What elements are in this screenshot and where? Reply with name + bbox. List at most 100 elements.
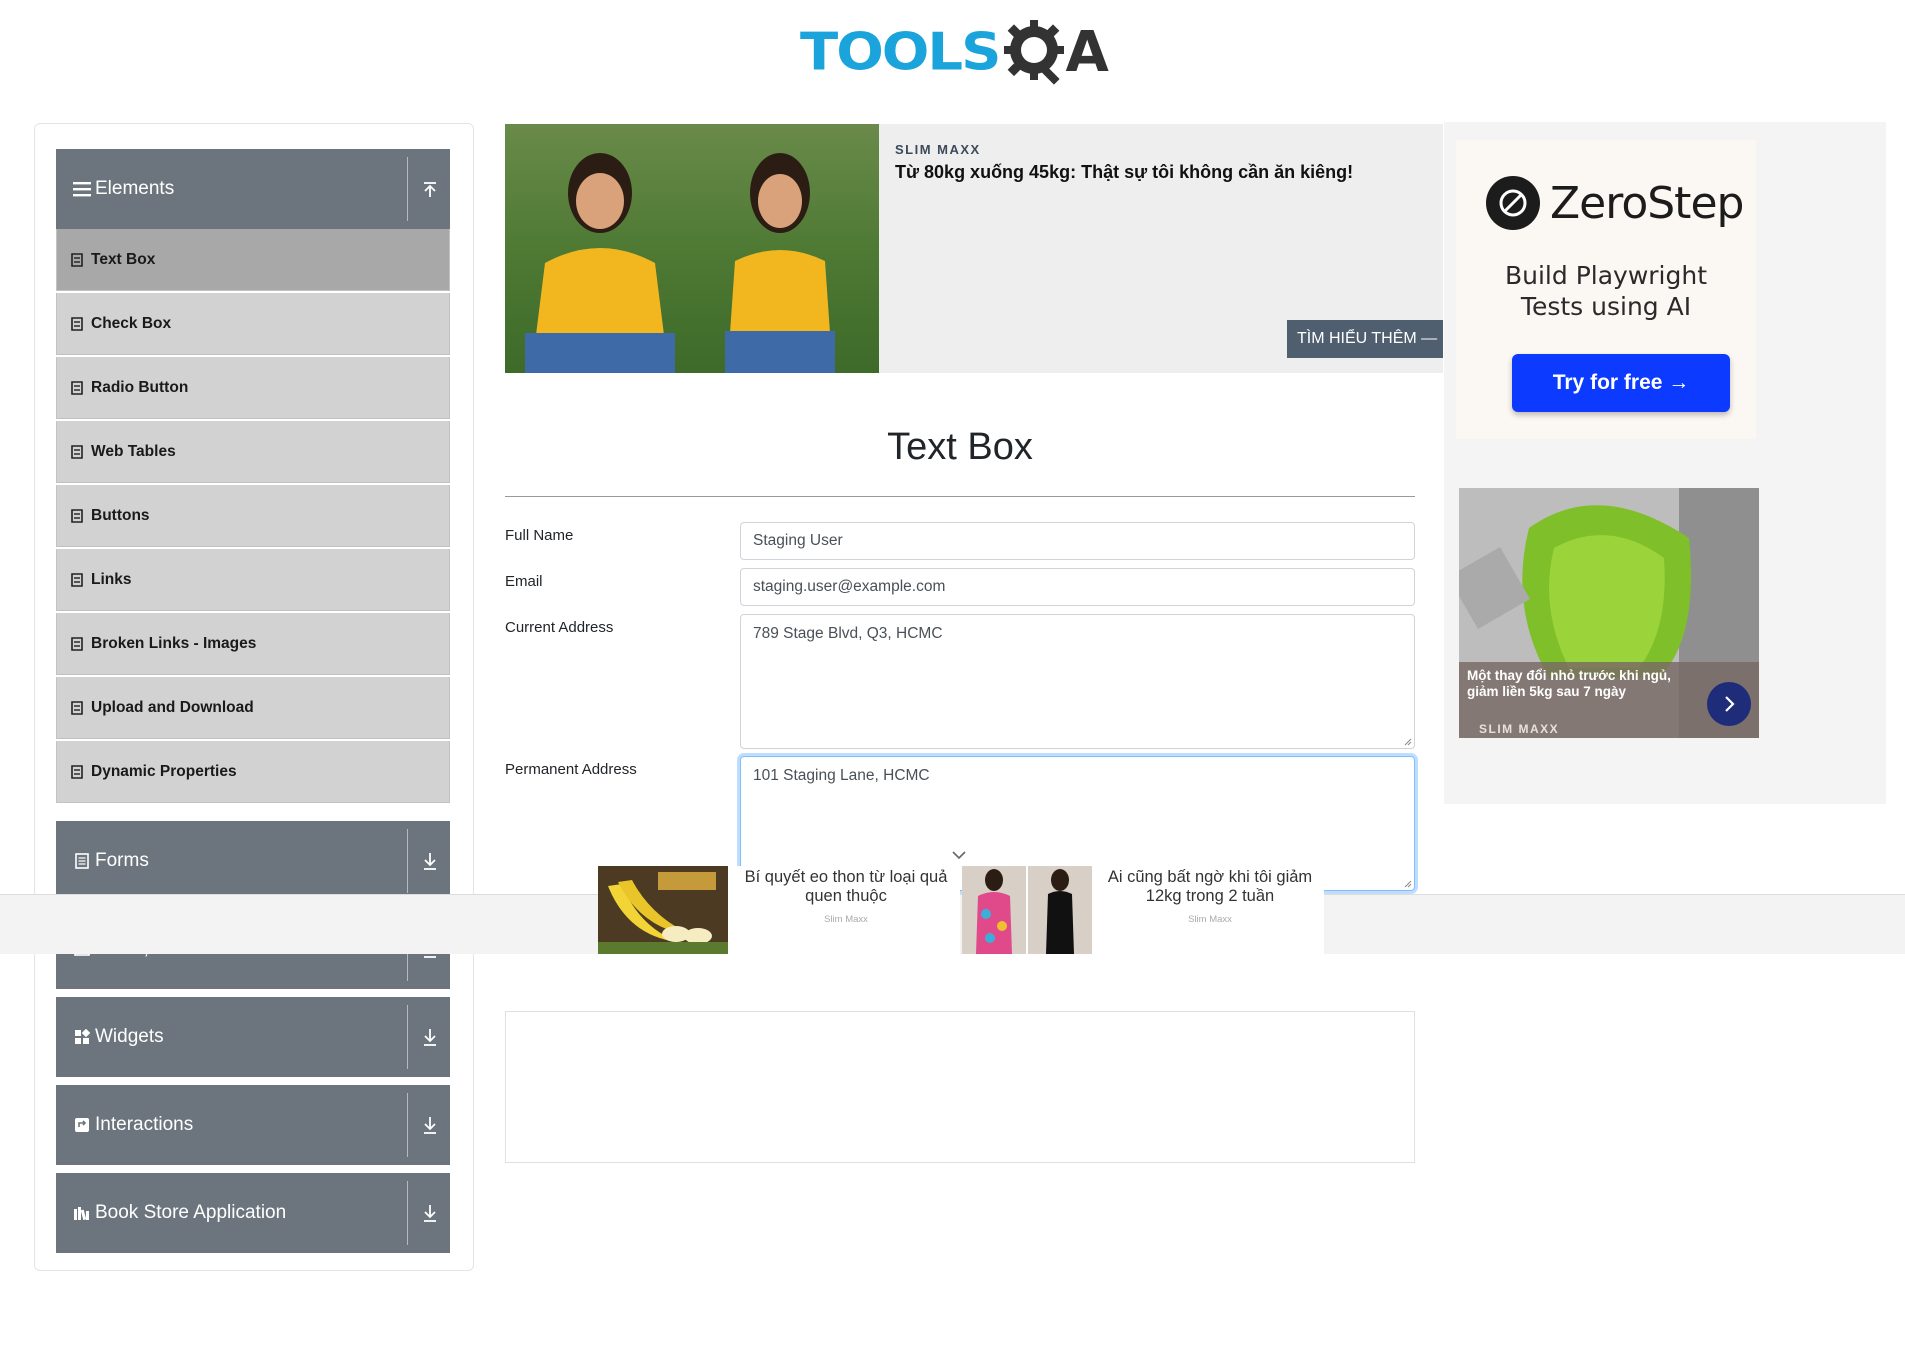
widgets-icon	[73, 1028, 91, 1046]
permanent-address-value: 101 Staging Lane, HCMC	[753, 767, 930, 784]
sidebar-item-broken-links[interactable]: Broken Links - Images	[56, 613, 450, 675]
ad-image	[962, 866, 1092, 954]
sidebar-item-label: Web Tables	[91, 442, 176, 460]
sidebar-group-elements[interactable]: Elements	[56, 149, 450, 229]
divider	[407, 829, 408, 893]
ad-sidebar-right: ZeroStep Build Playwright Tests using AI…	[1444, 122, 1886, 804]
file-icon	[71, 764, 83, 779]
output-box	[505, 1011, 1415, 1163]
sticky-ad-banana[interactable]: Bí quyết eo thon từ loại quả quen thuộc …	[598, 866, 960, 954]
gear-icon	[1001, 17, 1071, 87]
logo-text-tools: TOOLS	[800, 22, 1001, 82]
veg-ad-text: Một thay đổi nhỏ trước khi ngủ, giảm liề…	[1467, 668, 1671, 699]
form-icon	[73, 852, 91, 870]
sidebar-item-upload-download[interactable]: Upload and Download	[56, 677, 450, 739]
expand-down-icon[interactable]	[418, 1025, 442, 1049]
try-for-free-button[interactable]: Try for free →	[1512, 354, 1730, 412]
full-name-label: Full Name	[505, 527, 574, 544]
file-icon	[71, 636, 83, 651]
sidebar-item-label: Buttons	[91, 506, 150, 524]
file-icon	[71, 444, 83, 459]
zerostep-icon	[1486, 176, 1540, 230]
toolsqa-logo[interactable]: TOOLS A	[800, 14, 1130, 90]
permanent-address-label: Permanent Address	[505, 761, 637, 778]
divider	[505, 496, 1415, 497]
sidebar-item-label: Broken Links - Images	[91, 634, 257, 652]
collapse-up-icon[interactable]	[418, 177, 442, 201]
ad-banner-top[interactable]: SLIM MAXX Từ 80kg xuống 45kg: Thật sự tô…	[505, 124, 1443, 373]
sidebar-item-label: Radio Button	[91, 378, 189, 396]
sticky-ad-text: Ai cũng bất ngờ khi tôi giảm 12kg trong …	[1107, 868, 1313, 905]
chevron-down-icon[interactable]	[950, 848, 968, 862]
sidebar-item-radio-button[interactable]: Radio Button	[56, 357, 450, 419]
expand-down-icon[interactable]	[418, 1113, 442, 1137]
sidebar-group-label: Interactions	[95, 1114, 194, 1135]
veg-ad[interactable]: Một thay đổi nhỏ trước khi ngủ, giảm liề…	[1459, 488, 1759, 738]
veg-ad-brand: SLIM MAXX	[1479, 722, 1560, 736]
sidebar-group-book-store[interactable]: Book Store Application	[56, 1173, 450, 1253]
sidebar-item-dynamic-properties[interactable]: Dynamic Properties	[56, 741, 450, 803]
sidebar-group-label: Widgets	[95, 1026, 164, 1047]
expand-down-icon[interactable]	[418, 849, 442, 873]
person-figure	[525, 153, 675, 373]
sidebar-group-label: Forms	[95, 850, 149, 871]
zerostep-name: ZeroStep	[1550, 177, 1744, 229]
resize-handle-icon[interactable]	[1404, 738, 1412, 746]
divider	[407, 1181, 408, 1245]
divider	[407, 1093, 408, 1157]
sidebar-group-forms[interactable]: Forms	[56, 821, 450, 901]
divider	[407, 157, 408, 221]
file-icon	[71, 380, 83, 395]
file-icon	[71, 508, 83, 523]
full-name-input[interactable]: Staging User	[740, 522, 1415, 560]
zerostep-ad[interactable]: ZeroStep Build Playwright Tests using AI…	[1456, 140, 1756, 439]
zerostep-tagline-line: Tests using AI	[1520, 292, 1692, 321]
interactions-icon	[73, 1116, 91, 1134]
sidebar-item-label: Check Box	[91, 314, 172, 332]
sidebar-item-links[interactable]: Links	[56, 549, 450, 611]
person-figure	[725, 153, 835, 373]
page-title: Text Box	[887, 426, 1033, 468]
sticky-ad-brand: Slim Maxx	[824, 914, 868, 925]
file-icon	[71, 700, 83, 715]
file-icon	[71, 252, 83, 267]
ad-headline[interactable]: Từ 80kg xuống 45kg: Thật sự tôi không cầ…	[895, 162, 1353, 183]
current-address-label: Current Address	[505, 619, 614, 636]
sidebar-item-check-box[interactable]: Check Box	[56, 293, 450, 355]
ad-brand: SLIM MAXX	[895, 142, 981, 157]
sticky-ad-text: Bí quyết eo thon từ loại quả quen thuộc	[744, 868, 948, 905]
ad-image	[505, 124, 879, 373]
file-icon	[71, 572, 83, 587]
zerostep-logo: ZeroStep	[1486, 176, 1744, 230]
sidebar-item-buttons[interactable]: Buttons	[56, 485, 450, 547]
chevron-right-icon[interactable]	[1707, 682, 1751, 726]
sidebar: Elements Text Box Check Box Radio Button…	[34, 123, 474, 1271]
expand-down-icon[interactable]	[418, 1201, 442, 1225]
sidebar-item-label: Upload and Download	[91, 698, 254, 716]
sticky-ad-brand: Slim Maxx	[1188, 914, 1232, 925]
sidebar-item-web-tables[interactable]: Web Tables	[56, 421, 450, 483]
current-address-textarea[interactable]: 789 Stage Blvd, Q3, HCMC	[740, 614, 1415, 749]
sidebar-group-interactions[interactable]: Interactions	[56, 1085, 450, 1165]
ad-image	[598, 866, 728, 954]
zerostep-tagline-line: Build Playwright	[1504, 261, 1708, 290]
file-icon	[71, 316, 83, 331]
sidebar-item-text-box[interactable]: Text Box	[56, 229, 450, 291]
book-icon	[73, 1204, 91, 1222]
divider	[407, 1005, 408, 1069]
logo-text-a: A	[1065, 19, 1109, 85]
email-input[interactable]: staging.user@example.com	[740, 568, 1415, 606]
resize-handle-icon[interactable]	[1404, 880, 1412, 888]
current-address-value: 789 Stage Blvd, Q3, HCMC	[753, 625, 943, 642]
sidebar-group-label: Elements	[95, 178, 175, 199]
sidebar-group-widgets[interactable]: Widgets	[56, 997, 450, 1077]
ad-cta-button[interactable]: TÌM HIỂU THÊM —	[1287, 320, 1443, 358]
sticky-ad-weight-loss[interactable]: Ai cũng bất ngờ khi tôi giảm 12kg trong …	[962, 866, 1324, 954]
sidebar-group-label: Book Store Application	[95, 1202, 287, 1223]
sidebar-item-label: Dynamic Properties	[91, 762, 237, 780]
email-label: Email	[505, 573, 543, 590]
sidebar-item-label: Text Box	[91, 250, 156, 268]
elements-menu: Text Box Check Box Radio Button Web Tabl…	[56, 229, 450, 805]
menu-icon	[73, 180, 91, 198]
zerostep-tagline: Build Playwright Tests using AI	[1456, 260, 1756, 322]
